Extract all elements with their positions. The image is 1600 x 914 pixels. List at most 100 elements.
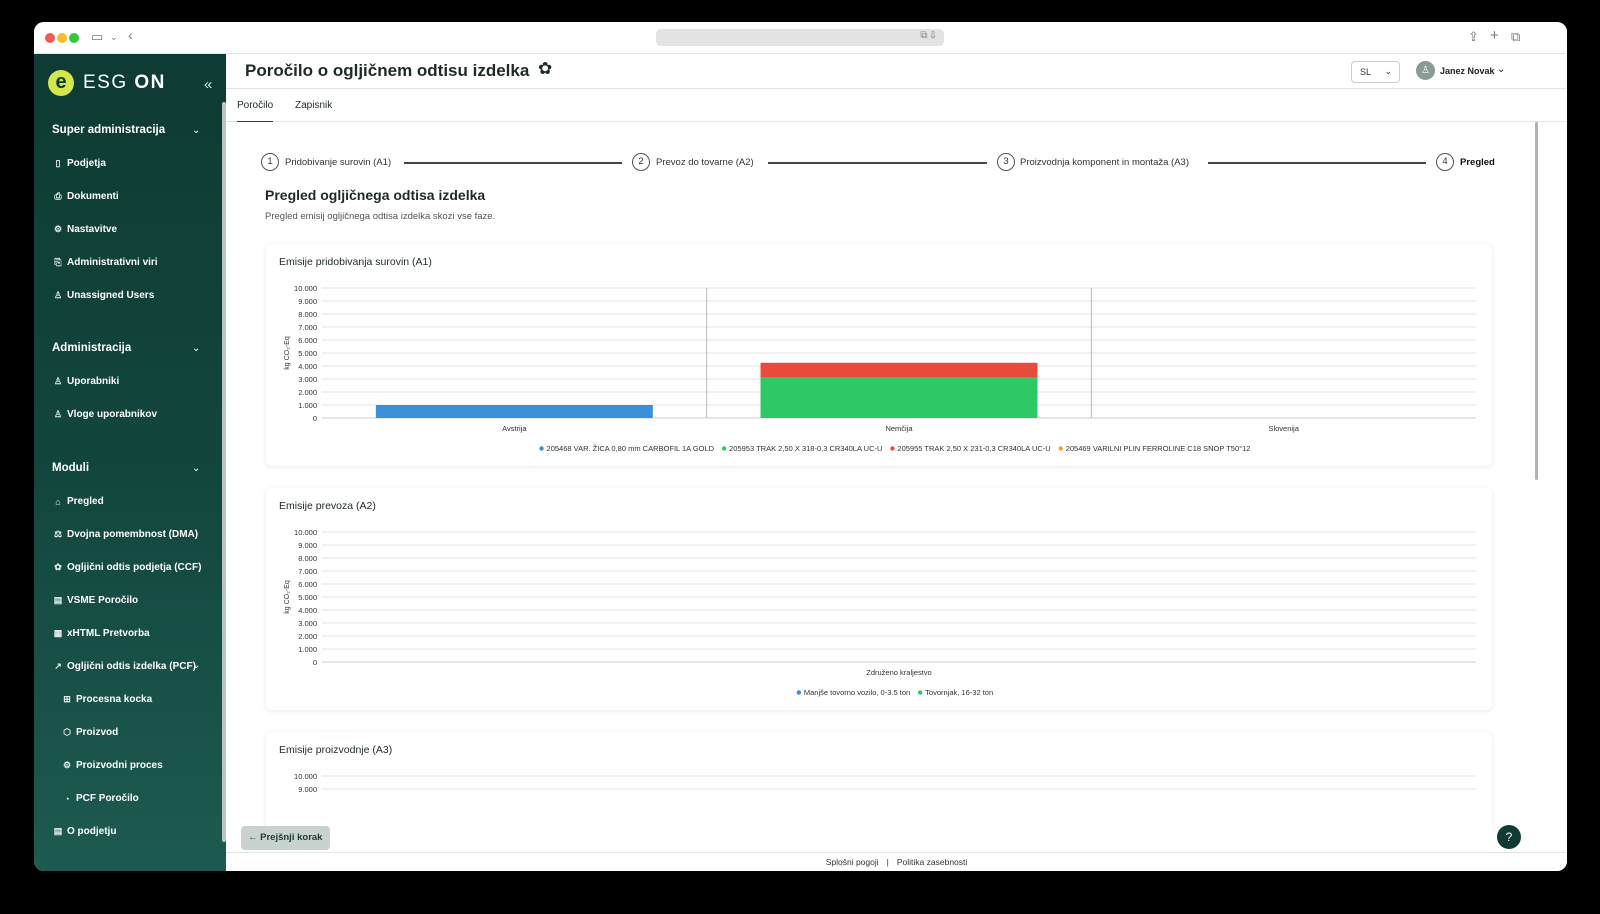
sidebar-item-pregled[interactable]: ⌂ Pregled [52,496,103,507]
share-icon[interactable]: ⇪ [1468,29,1479,45]
legend-marker [796,690,802,695]
sidebar-item-xhtml[interactable]: ▦ xHTML Pretvorba [52,628,150,639]
x-tick-label: Nemčija [885,424,913,433]
language-select[interactable]: SL ⌄ [1351,61,1400,83]
users-icon: ♙ [53,376,63,386]
sidebar-item-proizvodni-proces[interactable]: ⚙ Proizvodni proces [61,760,163,771]
sidebar-item-vsme[interactable]: ▤ VSME Poročilo [52,595,138,606]
chart-title: Emisije pridobivanja surovin (A1) [279,256,432,268]
sidebar-item-podjetja[interactable]: ▯ Podjetja [52,158,106,169]
legend-marker [917,690,923,695]
address-bar[interactable]: ⧉ ⇩ [656,29,944,46]
y-tick-label: 1.000 [298,401,317,410]
y-tick-label: 5.000 [298,349,317,358]
y-tick-label: 5.000 [298,593,317,602]
sidebar-item-administrativni-viri[interactable]: ⎘ Administrativni viri [52,257,157,268]
logo-text: ESG ON [83,72,166,93]
reader-icon[interactable]: ⧉ ⇩ [920,30,936,41]
sidebar-item-unassigned-users[interactable]: ♙ Unassigned Users [52,290,154,301]
chart-card-a2: 10.000 9.000 8.000 7.000 6.000 5.000 4.000 3.00… [266,488,1492,710]
arrow-left-icon: ← [248,832,258,843]
sidebar: e ESG ON « Super administracija ⌄ ▯ Podje… [34,54,226,871]
main-content: 1 Pridobivanje surovin (A1) 2 Prevoz do … [226,122,1533,831]
chevron-down-icon[interactable]: ⌄ [192,125,200,136]
chart-a2: 10.000 9.000 8.000 7.000 6.000 5.000 4.000 3.00… [284,528,1476,697]
resources-icon: ⎘ [54,257,62,267]
sidebar-item-proizvod[interactable]: ⬡ Proizvod [61,727,118,738]
browser-window: ▭ ⌄ ‹ ⧉ ⇩ ⇪ + ⧉ e ESG ON « Super adminis… [34,22,1567,871]
sidebar-item-uporabniki[interactable]: ♙ Uporabniki [52,376,119,387]
chart-a3: 10.000 9.000 [294,772,1476,794]
tabs-overview-icon[interactable]: ⧉ [1511,29,1520,45]
new-tab-icon[interactable]: + [1490,27,1499,44]
y-tick-label: 0 [313,658,317,667]
section-moduli[interactable]: Moduli [52,462,89,474]
bar [760,377,1038,418]
sidebar-item-pcf[interactable]: ↗ Ogljični odtis izdelka (PCF) [52,661,196,672]
sidebar-item-o-podjetju[interactable]: ▤ O podjetju [52,826,117,837]
step-number[interactable]: 4 [1436,153,1454,171]
step-label[interactable]: Prevoz do tovarne (A2) [656,157,754,168]
step-number[interactable]: 2 [632,153,650,171]
legend-marker [721,446,727,451]
chevron-down-icon[interactable]: ⌄ [1497,64,1505,75]
tab-zapisnik[interactable]: Zapisnik [295,100,332,111]
collapse-sidebar-icon[interactable]: « [204,76,212,93]
y-tick-label: 4.000 [298,606,317,615]
building-icon: ▯ [55,158,61,168]
bar [760,362,1038,378]
sidebar-item-nastavitve[interactable]: ⚙ Nastavitve [52,224,117,235]
y-tick-label: 7.000 [298,323,317,332]
chart-card-a3: 10.000 9.000 Emisije proizvodnje (A3) [266,732,1492,831]
section-super-administracija[interactable]: Super administracija [52,124,165,136]
section-description: Pregled emisij ogljičnega odtisa izdelka… [265,211,496,222]
back-icon[interactable]: ‹ [128,27,133,43]
section-administracija[interactable]: Administracija [52,342,131,354]
step-label[interactable]: Pregled [1460,157,1495,168]
step-number[interactable]: 1 [261,153,279,171]
legend-marker [539,446,544,451]
chart-icon: ↗ [54,661,62,671]
minimize-window-button[interactable] [57,33,67,43]
previous-step-button[interactable]: ← Prejšnji korak [241,826,330,850]
y-tick-label: 8.000 [298,554,317,563]
tab-porocilo[interactable]: Poročilo [237,100,274,123]
maximize-window-button[interactable] [69,33,79,43]
step-label[interactable]: Proizvodnja komponent in montaža (A3) [1020,157,1189,168]
chart-a1: 10.000 9.000 8.000 7.000 6.000 5.000 4.000 3.00… [284,284,1476,453]
help-button[interactable]: ? [1497,825,1521,849]
step-number[interactable]: 3 [997,153,1015,171]
sidebar-item-dokumenti[interactable]: ⎙ Dokumenti [52,191,118,202]
tab-bar: Poročilo Zapisnik [226,88,1567,123]
legend-label: Tovornjak, 16-32 ton [925,688,993,697]
chevron-down-icon[interactable]: ⌄ [192,343,200,354]
y-tick-label: 7.000 [298,567,317,576]
sidebar-item-dma[interactable]: ⚖ Dvojna pomembnost (DMA) [52,529,198,540]
sidebar-item-pcf-porocilo[interactable]: ◔ PCF Poročilo [61,793,139,804]
logo[interactable]: e ESG ON [48,70,166,96]
report-icon: ▤ [53,595,63,605]
sidebar-item-procesna-kocka[interactable]: ⊞ Procesna kocka [61,694,152,705]
chevron-down-icon: ⌄ [1384,66,1392,76]
chevron-down-icon[interactable]: ⌄ [192,463,200,474]
main-scrollbar[interactable] [1535,122,1538,480]
logo-mark: e [48,70,74,96]
privacy-link[interactable]: Politika zasebnosti [897,857,967,867]
terms-link[interactable]: Splošni pogoji [826,857,879,867]
chevron-down-icon[interactable]: ⌄ [192,660,200,671]
step-label[interactable]: Pridobivanje surovin (A1) [285,157,391,168]
hierarchy-icon: ⊞ [63,694,71,704]
avatar[interactable]: ♙ [1416,61,1435,80]
footprint-icon: ✿ [538,59,553,78]
y-tick-label: 9.000 [298,297,317,306]
y-tick-label: 2.000 [298,388,317,397]
sidebar-item-ccf[interactable]: ✿ Ogljični odtis podjetja (CCF) [52,562,201,573]
page-header: Poročilo o ogljičnem odtisu izdelka ✿ SL… [226,54,1567,88]
y-tick-label: 1.000 [298,645,317,654]
sidebar-toggle-icon[interactable]: ▭ [91,29,103,45]
sidebar-item-vloge-uporabnikov[interactable]: ♙ Vloge uporabnikov [52,409,157,420]
user-name[interactable]: Janez Novak [1440,66,1495,76]
close-window-button[interactable] [45,33,55,43]
footer-separator: | [886,857,889,867]
chevron-down-icon[interactable]: ⌄ [110,32,118,43]
